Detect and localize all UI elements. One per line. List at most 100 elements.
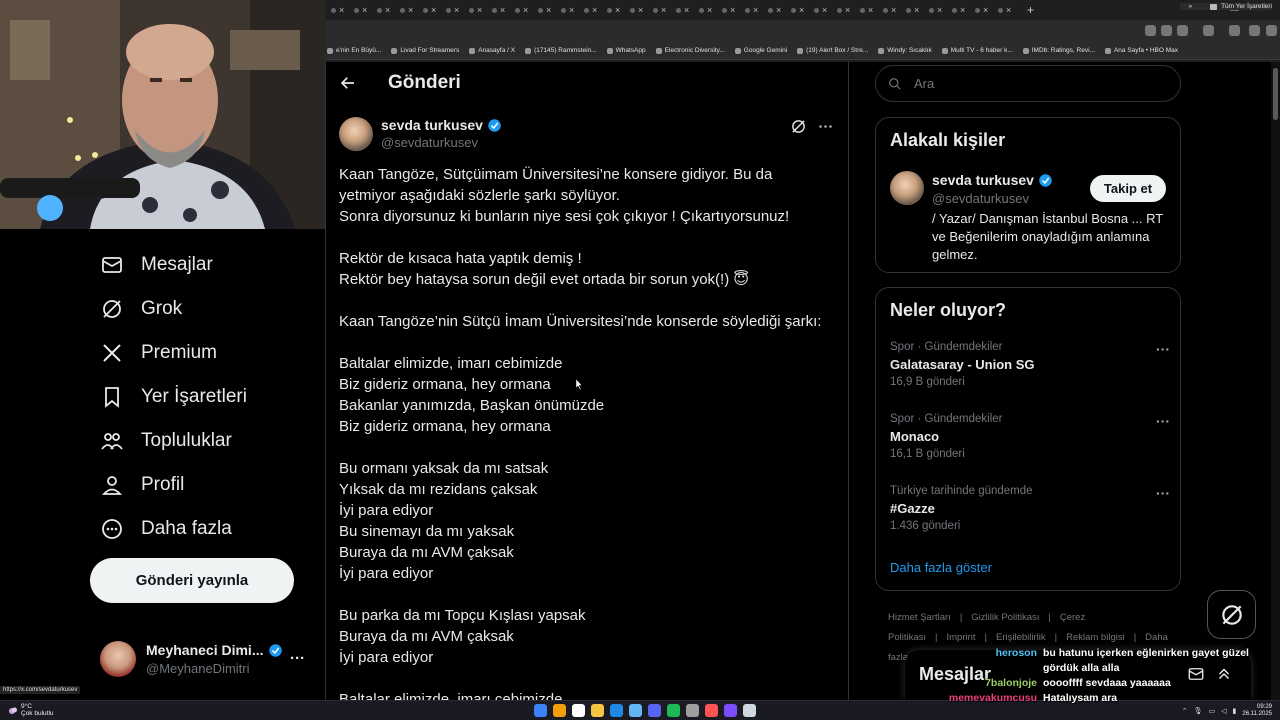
- bookmark-item[interactable]: Multi TV - 6 haber k...: [941, 47, 1013, 54]
- taskbar-app-icon[interactable]: [743, 704, 756, 717]
- bookmark-item[interactable]: (17145) Rammstein...: [525, 47, 597, 54]
- more-horizontal-icon[interactable]: [817, 118, 834, 135]
- tab-close-icon[interactable]: ×: [960, 5, 965, 15]
- footer-link[interactable]: Gizlilik Politikası: [971, 612, 1039, 623]
- tab-strip[interactable]: × × × × × × × × × × × × × × × × × × × × × × × × × × × × × × +: [325, 0, 1280, 20]
- sidebar-icon[interactable]: [1249, 25, 1260, 36]
- related-name-row[interactable]: sevda turkusev: [932, 172, 1053, 188]
- browser-tab[interactable]: ×: [446, 5, 469, 15]
- browser-tab[interactable]: ×: [837, 5, 860, 15]
- bookmark-item[interactable]: IMDb: Ratings, Revi...: [1022, 47, 1095, 54]
- tab-close-icon[interactable]: ×: [661, 5, 666, 15]
- browser-tab[interactable]: ×: [469, 5, 492, 15]
- cast-icon[interactable]: [1161, 25, 1172, 36]
- footer-link[interactable]: Imprint: [946, 632, 975, 643]
- account-switcher[interactable]: Meyhaneci Dimi... @MeyhaneDimitri ···: [100, 634, 315, 684]
- post-button[interactable]: Gönderi yayınla: [90, 558, 294, 603]
- grok-floating-button[interactable]: [1207, 590, 1256, 639]
- nav-grok[interactable]: Grok: [100, 294, 182, 324]
- tab-close-icon[interactable]: ×: [684, 5, 689, 15]
- bookmark-item[interactable]: Windy: Sıcaklık: [878, 47, 932, 54]
- nav-profile[interactable]: Profil: [100, 470, 184, 500]
- taskbar-app-icon[interactable]: [629, 704, 642, 717]
- tab-close-icon[interactable]: ×: [822, 5, 827, 15]
- tab-close-icon[interactable]: ×: [569, 5, 574, 15]
- taskbar-app-icon[interactable]: [724, 704, 737, 717]
- trend-more-icon[interactable]: ···: [1156, 341, 1170, 357]
- bookmark-item[interactable]: Ana Sayfa • HBO Max: [1104, 47, 1178, 54]
- tab-close-icon[interactable]: ×: [431, 5, 436, 15]
- taskbar-app-icon[interactable]: [648, 704, 661, 717]
- browser-tab[interactable]: ×: [400, 5, 423, 15]
- scrollbar-thumb[interactable]: [1273, 68, 1278, 120]
- tab-close-icon[interactable]: ×: [845, 5, 850, 15]
- bookmark-item[interactable]: Livad For Streamers: [391, 47, 459, 54]
- trend-more-icon[interactable]: ···: [1156, 485, 1170, 501]
- browser-tab[interactable]: ×: [722, 5, 745, 15]
- taskbar-app-icon[interactable]: [610, 704, 623, 717]
- post-author[interactable]: sevda turkusev @sevdaturkusev: [339, 117, 502, 151]
- tab-close-icon[interactable]: ×: [868, 5, 873, 15]
- bookmark-item[interactable]: (19) Alert Box / Stre...: [797, 47, 868, 54]
- browser-tab[interactable]: ×: [584, 5, 607, 15]
- tab-close-icon[interactable]: ×: [776, 5, 781, 15]
- trend-item[interactable]: Spor · Gündemdekiler Galatasaray - Union…: [890, 341, 1170, 388]
- related-avatar[interactable]: [890, 171, 924, 205]
- tab-close-icon[interactable]: ×: [983, 5, 988, 15]
- browser-tab[interactable]: ×: [929, 5, 952, 15]
- weather-widget[interactable]: 9°C Çok bulutlu: [8, 703, 54, 717]
- mic-icon[interactable]: 🎙: [1194, 707, 1203, 715]
- tab-close-icon[interactable]: ×: [753, 5, 758, 15]
- tray-chevron-icon[interactable]: ⌃: [1182, 707, 1188, 715]
- all-bookmarks-link[interactable]: Tüm Yer İşaretleri: [1221, 3, 1272, 10]
- network-icon[interactable]: ▭: [1209, 707, 1216, 715]
- browser-tab[interactable]: ×: [768, 5, 791, 15]
- search-input[interactable]: Ara: [875, 65, 1181, 102]
- tab-close-icon[interactable]: ×: [799, 5, 804, 15]
- tab-close-icon[interactable]: ×: [1006, 5, 1011, 15]
- new-tab-icon[interactable]: +: [1027, 3, 1034, 17]
- browser-tab[interactable]: ×: [423, 5, 446, 15]
- show-more-link[interactable]: Daha fazla göster: [890, 560, 992, 575]
- taskbar-app-icon[interactable]: [686, 704, 699, 717]
- tab-close-icon[interactable]: ×: [891, 5, 896, 15]
- trend-more-icon[interactable]: ···: [1156, 413, 1170, 429]
- browser-tab[interactable]: ×: [745, 5, 768, 15]
- clock[interactable]: 09:29 26.11.2025: [1242, 704, 1272, 718]
- browser-tab[interactable]: ×: [676, 5, 699, 15]
- tab-close-icon[interactable]: ×: [523, 5, 528, 15]
- tab-close-icon[interactable]: ×: [546, 5, 551, 15]
- search-tabs-icon[interactable]: [1145, 25, 1156, 36]
- grok-icon[interactable]: [790, 118, 807, 135]
- author-avatar[interactable]: [339, 117, 373, 151]
- browser-tab[interactable]: ×: [515, 5, 538, 15]
- browser-tab[interactable]: ×: [860, 5, 883, 15]
- footer-link[interactable]: Erişilebilirlik: [996, 632, 1046, 643]
- tab-close-icon[interactable]: ×: [638, 5, 643, 15]
- tab-close-icon[interactable]: ×: [592, 5, 597, 15]
- bookmark-item[interactable]: Google Gemini: [734, 47, 787, 54]
- back-arrow-icon[interactable]: [339, 74, 357, 92]
- trend-item[interactable]: Türkiye tarihinde gündemde #Gazze 1.436 …: [890, 485, 1170, 532]
- browser-tab[interactable]: ×: [952, 5, 975, 15]
- browser-tab[interactable]: ×: [561, 5, 584, 15]
- browser-tab[interactable]: ×: [630, 5, 653, 15]
- tab-close-icon[interactable]: ×: [477, 5, 482, 15]
- trend-item[interactable]: Spor · Gündemdekiler Monaco 16,1 B gönde…: [890, 413, 1170, 460]
- browser-tab[interactable]: ×: [354, 5, 377, 15]
- browser-tab[interactable]: ×: [883, 5, 906, 15]
- tab-close-icon[interactable]: ×: [615, 5, 620, 15]
- tab-close-icon[interactable]: ×: [362, 5, 367, 15]
- browser-tab[interactable]: ×: [998, 5, 1021, 15]
- profile-avatar-icon[interactable]: [1229, 25, 1240, 36]
- nav-more[interactable]: Daha fazla: [100, 514, 232, 544]
- bookmark-item[interactable]: Anasayfa / X: [469, 47, 515, 54]
- browser-tab[interactable]: ×: [975, 5, 998, 15]
- browser-tab[interactable]: ×: [492, 5, 515, 15]
- tab-close-icon[interactable]: ×: [339, 5, 344, 15]
- nav-bookmarks[interactable]: Yer İşaretleri: [100, 382, 247, 412]
- author-name[interactable]: sevda turkusev: [381, 117, 483, 133]
- battery-icon[interactable]: ▮: [1233, 707, 1237, 715]
- tab-close-icon[interactable]: ×: [914, 5, 919, 15]
- menu-kebab-icon[interactable]: [1266, 25, 1277, 36]
